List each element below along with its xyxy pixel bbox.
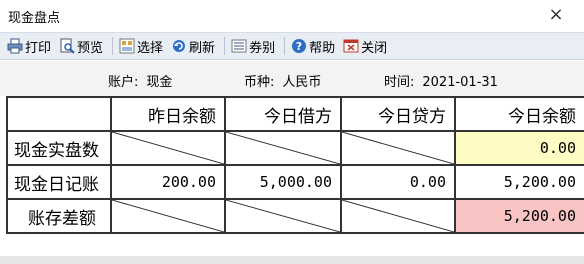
toolbar-separator — [284, 37, 286, 55]
toolbar-separator — [224, 37, 226, 55]
refresh-button[interactable]: 刷新 — [170, 35, 216, 57]
row-label-cash-journal: 现金日记账 — [6, 164, 112, 200]
select-icon — [119, 38, 135, 54]
journal-today-balance: 5,200.00 — [454, 164, 584, 200]
header-prev-balance: 昨日余额 — [110, 96, 226, 132]
disabled-cell — [340, 130, 456, 166]
disabled-cell — [110, 130, 226, 166]
diagonal-slash — [112, 200, 224, 232]
reconciliation-grid: 昨日余额 今日借方 今日贷方 今日余额 现金实盘数 0.00 现金日记账 200… — [6, 96, 584, 256]
svg-text:?: ? — [296, 40, 302, 53]
close-window-label: 关闭 — [361, 40, 388, 56]
table-row: 现金实盘数 0.00 — [6, 130, 584, 166]
row-label-physical-count: 现金实盘数 — [6, 130, 112, 166]
row-label-difference: 账存差额 — [6, 198, 112, 234]
preview-button[interactable]: 预览 — [58, 35, 104, 57]
journal-today-credit: 0.00 — [340, 164, 456, 200]
header-today-debit: 今日借方 — [224, 96, 342, 132]
help-label: 帮助 — [309, 40, 336, 56]
journal-prev-balance: 200.00 — [110, 164, 226, 200]
refresh-label: 刷新 — [189, 40, 216, 56]
difference-balance: 5,200.00 — [454, 198, 584, 234]
table-row: 账存差额 5,200.00 — [6, 198, 584, 234]
window-title: 现金盘点 — [8, 11, 61, 26]
account-label: 账户: — [108, 75, 139, 90]
diagonal-slash — [342, 132, 454, 164]
currency-value: 人民币 — [282, 75, 322, 90]
diagonal-slash — [112, 132, 224, 164]
select-button[interactable]: 选择 — [118, 35, 164, 57]
diagonal-slash — [226, 200, 340, 232]
preview-icon — [60, 38, 75, 54]
title-bar: 现金盘点 × — [0, 0, 584, 32]
disabled-cell — [224, 198, 342, 234]
physical-balance-input[interactable]: 0.00 — [454, 130, 584, 166]
diagonal-slash — [342, 200, 454, 232]
close-window-icon — [343, 39, 359, 53]
account-info: 账户: 现金 — [108, 71, 172, 90]
header-row: 昨日余额 今日借方 今日贷方 今日余额 — [6, 96, 584, 132]
journal-today-debit: 5,000.00 — [224, 164, 342, 200]
reconciliation-table: 昨日余额 今日借方 今日贷方 今日余额 现金实盘数 0.00 现金日记账 200… — [6, 96, 584, 234]
time-label: 时间: — [384, 75, 415, 90]
table-row: 现金日记账 200.00 5,000.00 0.00 5,200.00 — [6, 164, 584, 200]
header-today-balance: 今日余额 — [454, 96, 584, 132]
currency-label: 币种: — [244, 75, 275, 90]
disabled-cell — [340, 198, 456, 234]
denomination-button[interactable]: 券别 — [230, 35, 276, 57]
account-value: 现金 — [146, 75, 173, 90]
currency-info: 币种: 人民币 — [244, 71, 321, 90]
header-today-credit: 今日贷方 — [340, 96, 456, 132]
preview-label: 预览 — [77, 40, 104, 56]
corner-cell — [6, 96, 112, 132]
toolbar: 打印 预览 选择 刷新 券别 ? 帮助 关闭 — [0, 32, 584, 60]
close-button[interactable]: × — [544, 3, 568, 27]
refresh-icon — [173, 40, 186, 52]
disabled-cell — [224, 130, 342, 166]
denomination-icon — [231, 39, 247, 53]
diagonal-slash — [226, 132, 340, 164]
close-window-button[interactable]: 关闭 — [342, 35, 388, 57]
toolbar-separator — [112, 37, 114, 55]
select-label: 选择 — [137, 40, 164, 56]
time-info: 时间: 2021-01-31 — [384, 71, 498, 90]
help-button[interactable]: ? 帮助 — [290, 35, 336, 57]
denomination-label: 券别 — [249, 40, 276, 56]
disabled-cell — [110, 198, 226, 234]
bottom-edge — [0, 256, 584, 264]
printer-icon — [7, 38, 23, 54]
time-value: 2021-01-31 — [422, 75, 498, 90]
help-icon: ? — [292, 39, 307, 53]
print-label: 打印 — [25, 40, 52, 56]
info-bar: 账户: 现金 币种: 人民币 时间: 2021-01-31 — [0, 61, 584, 96]
print-button[interactable]: 打印 — [6, 35, 52, 57]
